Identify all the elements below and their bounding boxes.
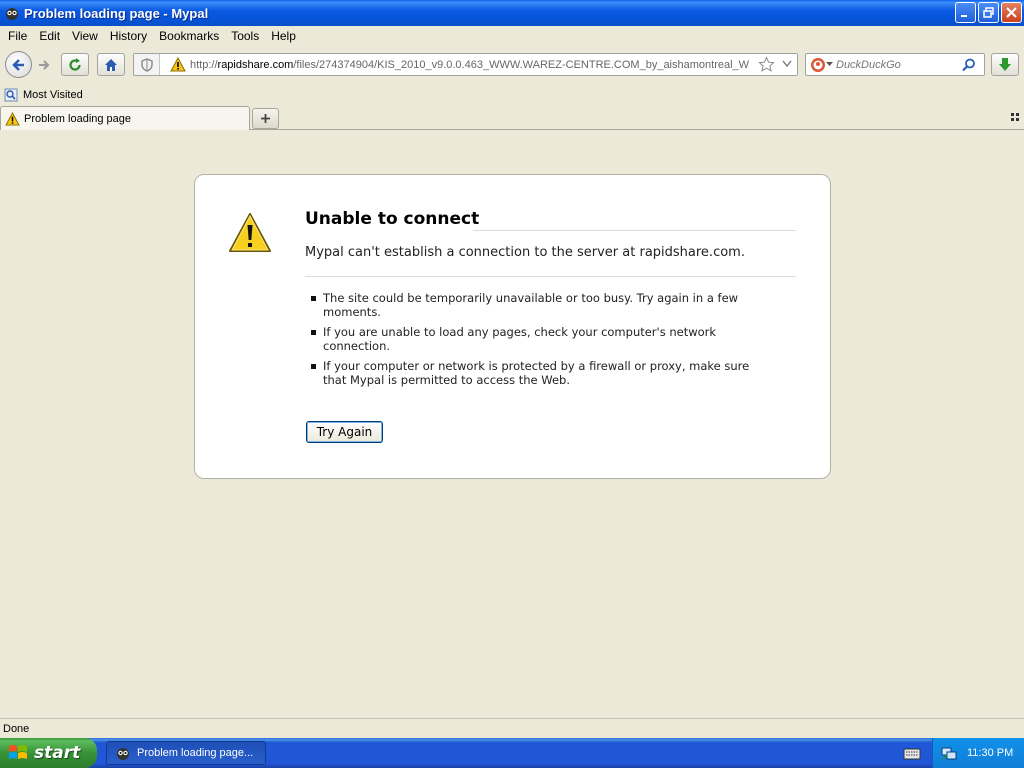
taskbar-item-label: Problem loading page...	[137, 747, 254, 759]
menu-help[interactable]: Help	[265, 29, 302, 43]
search-icon	[962, 58, 975, 71]
forward-arrow-icon	[39, 60, 50, 70]
network-icon[interactable]	[941, 745, 957, 761]
close-button[interactable]	[1001, 2, 1022, 23]
windows-logo-icon	[9, 745, 27, 759]
duckduckgo-icon	[810, 57, 825, 72]
start-button[interactable]: start	[0, 738, 97, 768]
status-text: Done	[3, 722, 30, 735]
title-bar: Problem loading page - Mypal	[0, 0, 1024, 26]
shield-icon	[140, 57, 153, 72]
error-box: Unable to connect Mypal can't establish …	[194, 174, 831, 479]
clock: 11:30 PM	[967, 747, 1014, 759]
menu-bar: File Edit View History Bookmarks Tools H…	[0, 26, 1024, 46]
downloads-button[interactable]	[991, 53, 1019, 76]
menu-edit[interactable]: Edit	[33, 29, 66, 43]
menu-view[interactable]: View	[66, 29, 104, 43]
mypal-app-icon	[6, 8, 18, 20]
warning-icon	[229, 213, 271, 252]
start-label: start	[34, 743, 81, 763]
error-suggestions: The site could be temporarily unavailabl…	[305, 291, 765, 393]
menu-history[interactable]: History	[104, 29, 153, 43]
new-tab-button[interactable]	[252, 108, 279, 129]
most-visited-icon	[4, 88, 18, 102]
download-arrow-icon	[999, 57, 1011, 71]
home-icon	[105, 58, 117, 71]
description-divider	[305, 276, 796, 277]
window-title: Problem loading page - Mypal	[24, 5, 209, 21]
url-host: rapidshare.com	[217, 58, 294, 71]
url-text: http://rapidshare.com/files/274374904/KI…	[190, 59, 750, 71]
url-dropdown-icon[interactable]	[782, 60, 792, 68]
url-prefix: http://	[190, 58, 218, 71]
bookmark-star-icon[interactable]	[758, 56, 775, 73]
back-button[interactable]	[5, 51, 32, 78]
title-divider	[473, 230, 796, 231]
mypal-app-icon	[117, 748, 129, 760]
error-description: Mypal can't establish a connection to th…	[305, 245, 745, 260]
tab-strip: Problem loading page	[0, 106, 1024, 130]
search-input[interactable]	[836, 58, 958, 71]
tab-list-icon[interactable]	[1010, 112, 1020, 122]
bookmarks-toolbar: Most Visited	[0, 85, 1024, 105]
page-content: Unable to connect Mypal can't establish …	[0, 131, 1024, 718]
minimize-icon	[961, 15, 967, 17]
warning-triangle-icon	[5, 111, 20, 126]
tab-problem-loading-page[interactable]: Problem loading page	[0, 106, 250, 130]
search-bar	[805, 53, 985, 76]
error-title: Unable to connect	[305, 209, 480, 229]
menu-file[interactable]: File	[2, 29, 33, 43]
engine-dropdown-icon	[825, 62, 833, 66]
close-icon	[1006, 7, 1017, 18]
suggestion-item: The site could be temporarily unavailabl…	[305, 291, 765, 319]
search-engine-selector[interactable]	[806, 57, 836, 73]
taskbar: start Problem loading page... 11:30 PM	[0, 738, 1024, 768]
status-bar: Done	[0, 718, 1024, 738]
restore-button[interactable]	[978, 2, 999, 23]
warning-triangle-icon	[170, 57, 186, 72]
menu-bookmarks[interactable]: Bookmarks	[153, 29, 225, 43]
plus-icon	[261, 114, 270, 123]
taskbar-item-mypal[interactable]: Problem loading page...	[106, 741, 266, 765]
back-arrow-icon	[11, 58, 24, 71]
try-again-button[interactable]: Try Again	[306, 421, 383, 443]
site-identity-button[interactable]	[134, 54, 160, 75]
suggestion-item: If your computer or network is protected…	[305, 359, 765, 387]
system-tray: 11:30 PM	[932, 738, 1024, 768]
search-go-button[interactable]	[958, 58, 980, 72]
navigation-toolbar: http://rapidshare.com/files/274374904/KI…	[0, 48, 1024, 82]
tab-label: Problem loading page	[24, 112, 132, 125]
reload-icon	[69, 57, 81, 71]
reload-button[interactable]	[61, 53, 89, 76]
forward-button[interactable]	[33, 55, 55, 75]
home-button[interactable]	[97, 53, 125, 76]
url-path: /files/274374904/KIS_2010_v9.0.0.463_WWW…	[293, 58, 750, 71]
restore-icon	[983, 7, 994, 18]
keyboard-icon[interactable]	[903, 746, 921, 760]
most-visited-bookmark[interactable]: Most Visited	[23, 89, 83, 101]
minimize-button[interactable]	[955, 2, 976, 23]
suggestion-item: If you are unable to load any pages, che…	[305, 325, 765, 353]
url-bar[interactable]: http://rapidshare.com/files/274374904/KI…	[133, 53, 798, 76]
menu-tools[interactable]: Tools	[225, 29, 265, 43]
